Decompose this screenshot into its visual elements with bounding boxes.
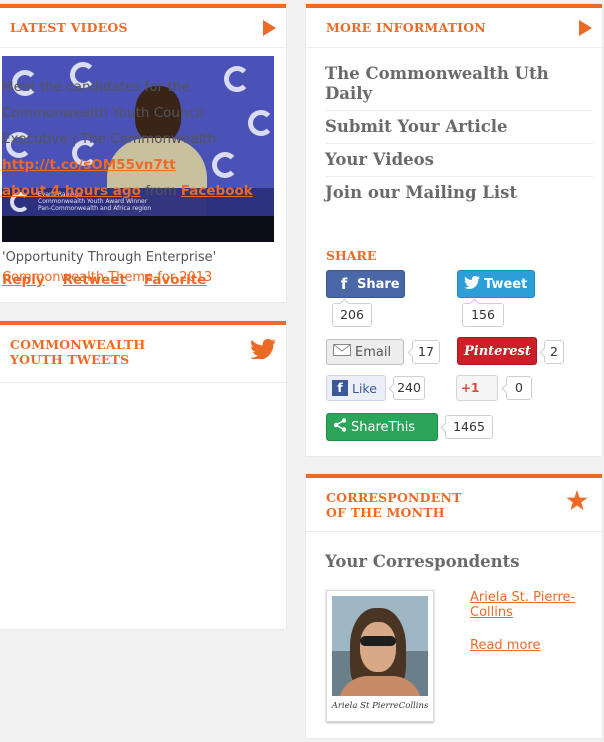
star-icon <box>566 490 588 515</box>
tweet-time-link[interactable]: about 4 hours ago <box>2 183 141 199</box>
youth-tweets-header: COMMONWEALTH YOUTH TWEETS <box>0 325 286 383</box>
more-information-header: MORE INFORMATION <box>306 8 602 48</box>
share-title: SHARE <box>326 248 377 263</box>
latest-videos-header: LATEST VIDEOS <box>0 8 286 48</box>
tweet-actions: Reply Retweet Favorite <box>2 272 206 288</box>
sharethis-count: 1465 <box>445 415 493 439</box>
correspondent-photo[interactable]: Ariela St PierreCollins <box>326 590 434 722</box>
facebook-like-count: 240 <box>393 376 425 400</box>
correspondents-subtitle: Your Correspondents <box>325 552 520 571</box>
facebook-like-button[interactable]: f Like <box>326 375 386 401</box>
facebook-icon: f <box>332 380 348 396</box>
link-uth-daily[interactable]: The Commonwealth Uth Daily <box>325 58 593 111</box>
youth-tweets-panel: COMMONWEALTH YOUTH TWEETS <box>0 321 286 629</box>
correspondent-name-link[interactable]: Ariela St. Pierre-Collins <box>470 590 600 620</box>
tweet-link[interactable]: http://t.co/sOM55vn7tt <box>2 157 176 173</box>
tweet-button[interactable]: Tweet <box>457 270 535 298</box>
email-share-button[interactable]: Email <box>326 339 404 365</box>
link-mailing-list[interactable]: Join our Mailing List <box>325 177 593 209</box>
pinterest-count: 2 <box>544 340 564 364</box>
share-icon <box>333 418 351 436</box>
play-arrow-icon[interactable] <box>263 19 276 36</box>
tweet-body: Meet the candidates for the Commonwealth… <box>2 79 253 199</box>
overlay-line2: Pan-Commonwealth and Africa region <box>38 205 152 212</box>
reply-link[interactable]: Reply <box>2 272 45 288</box>
photo-signature: Ariela St PierreCollins <box>331 701 429 711</box>
twitter-bird-icon <box>464 275 484 293</box>
retweet-link[interactable]: Retweet <box>63 272 126 288</box>
google-plus-icon: +1 <box>461 381 480 395</box>
facebook-icon: f <box>340 275 348 293</box>
link-your-videos[interactable]: Your Videos <box>325 144 593 177</box>
info-links: The Commonwealth Uth Daily Submit Your A… <box>325 58 593 209</box>
correspondent-title: CORRESPONDENT OF THE MONTH <box>326 490 462 520</box>
video-caption-title: 'Opportunity Through Enterprise' <box>2 250 217 265</box>
more-information-title: MORE INFORMATION <box>326 20 486 35</box>
facebook-share-button[interactable]: f Share <box>326 270 405 298</box>
sharethis-button[interactable]: ShareThis <box>326 413 438 441</box>
email-share-count: 17 <box>412 340 440 364</box>
latest-videos-title: LATEST VIDEOS <box>10 20 128 35</box>
correspondent-header: CORRESPONDENT OF THE MONTH <box>306 478 602 532</box>
arrow-right-icon[interactable] <box>579 19 592 36</box>
link-submit-article[interactable]: Submit Your Article <box>325 111 593 144</box>
pinterest-button[interactable]: Pinterest <box>457 337 537 365</box>
favorite-link[interactable]: Favorite <box>144 272 207 288</box>
twitter-bird-icon[interactable] <box>250 339 276 359</box>
youth-tweets-title: COMMONWEALTH YOUTH TWEETS <box>10 337 146 367</box>
google-plus-button[interactable]: +1 <box>456 375 498 401</box>
tweet-source-link[interactable]: Facebook <box>181 183 253 199</box>
envelope-icon <box>333 344 355 360</box>
read-more-link[interactable]: Read more <box>470 638 540 653</box>
google-plus-count: 0 <box>506 376 532 400</box>
tweet-count: 156 <box>462 303 504 327</box>
facebook-share-count: 206 <box>332 303 372 327</box>
